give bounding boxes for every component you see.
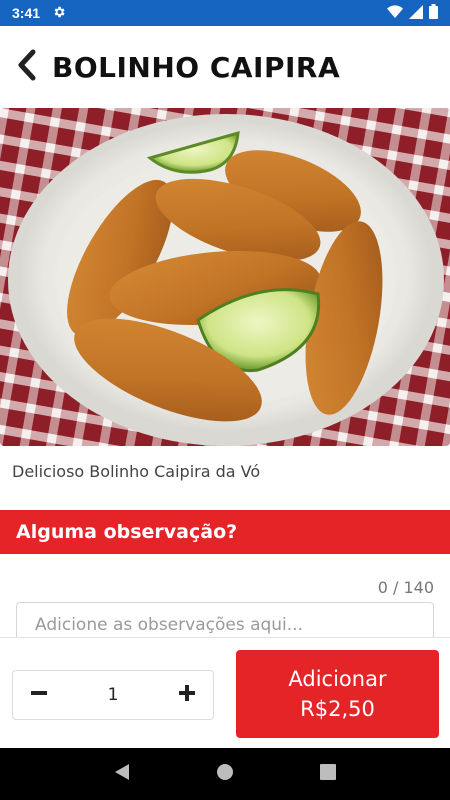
status-time: 3:41 [12, 5, 41, 21]
android-nav-bar [0, 748, 450, 800]
chevron-left-icon [16, 49, 38, 86]
add-button-label: Adicionar [288, 667, 387, 691]
page-title: BOLINHO CAIPIRA [52, 50, 341, 84]
observation-header: Alguma observação? [0, 510, 450, 554]
square-recents-icon [320, 763, 337, 785]
product-image [0, 108, 450, 446]
add-to-cart-button[interactable]: Adicionar R$2,50 [236, 650, 439, 738]
header: BOLINHO CAIPIRA [0, 26, 450, 108]
nav-home-button[interactable] [210, 759, 240, 789]
triangle-back-icon [114, 763, 130, 786]
order-footer: 1 Adicionar R$2,50 [0, 637, 450, 748]
back-button[interactable] [16, 47, 44, 87]
character-counter: 0 / 140 [377, 578, 434, 597]
circle-home-icon [216, 763, 234, 786]
quantity-stepper: 1 [12, 670, 214, 720]
plus-icon [178, 684, 195, 706]
signal-icon [409, 4, 423, 22]
decrease-button[interactable] [27, 683, 51, 707]
battery-icon [429, 4, 438, 22]
quantity-value: 1 [107, 685, 119, 705]
nav-recents-button[interactable] [313, 759, 343, 789]
gear-icon [52, 5, 66, 22]
increase-button[interactable] [175, 683, 199, 707]
status-bar: 3:41 [0, 0, 450, 26]
product-description: Delicioso Bolinho Caipira da Vó [12, 462, 261, 481]
wifi-icon [387, 4, 403, 22]
nav-back-button[interactable] [107, 759, 137, 789]
minus-icon [31, 685, 47, 706]
add-button-price: R$2,50 [300, 697, 375, 721]
